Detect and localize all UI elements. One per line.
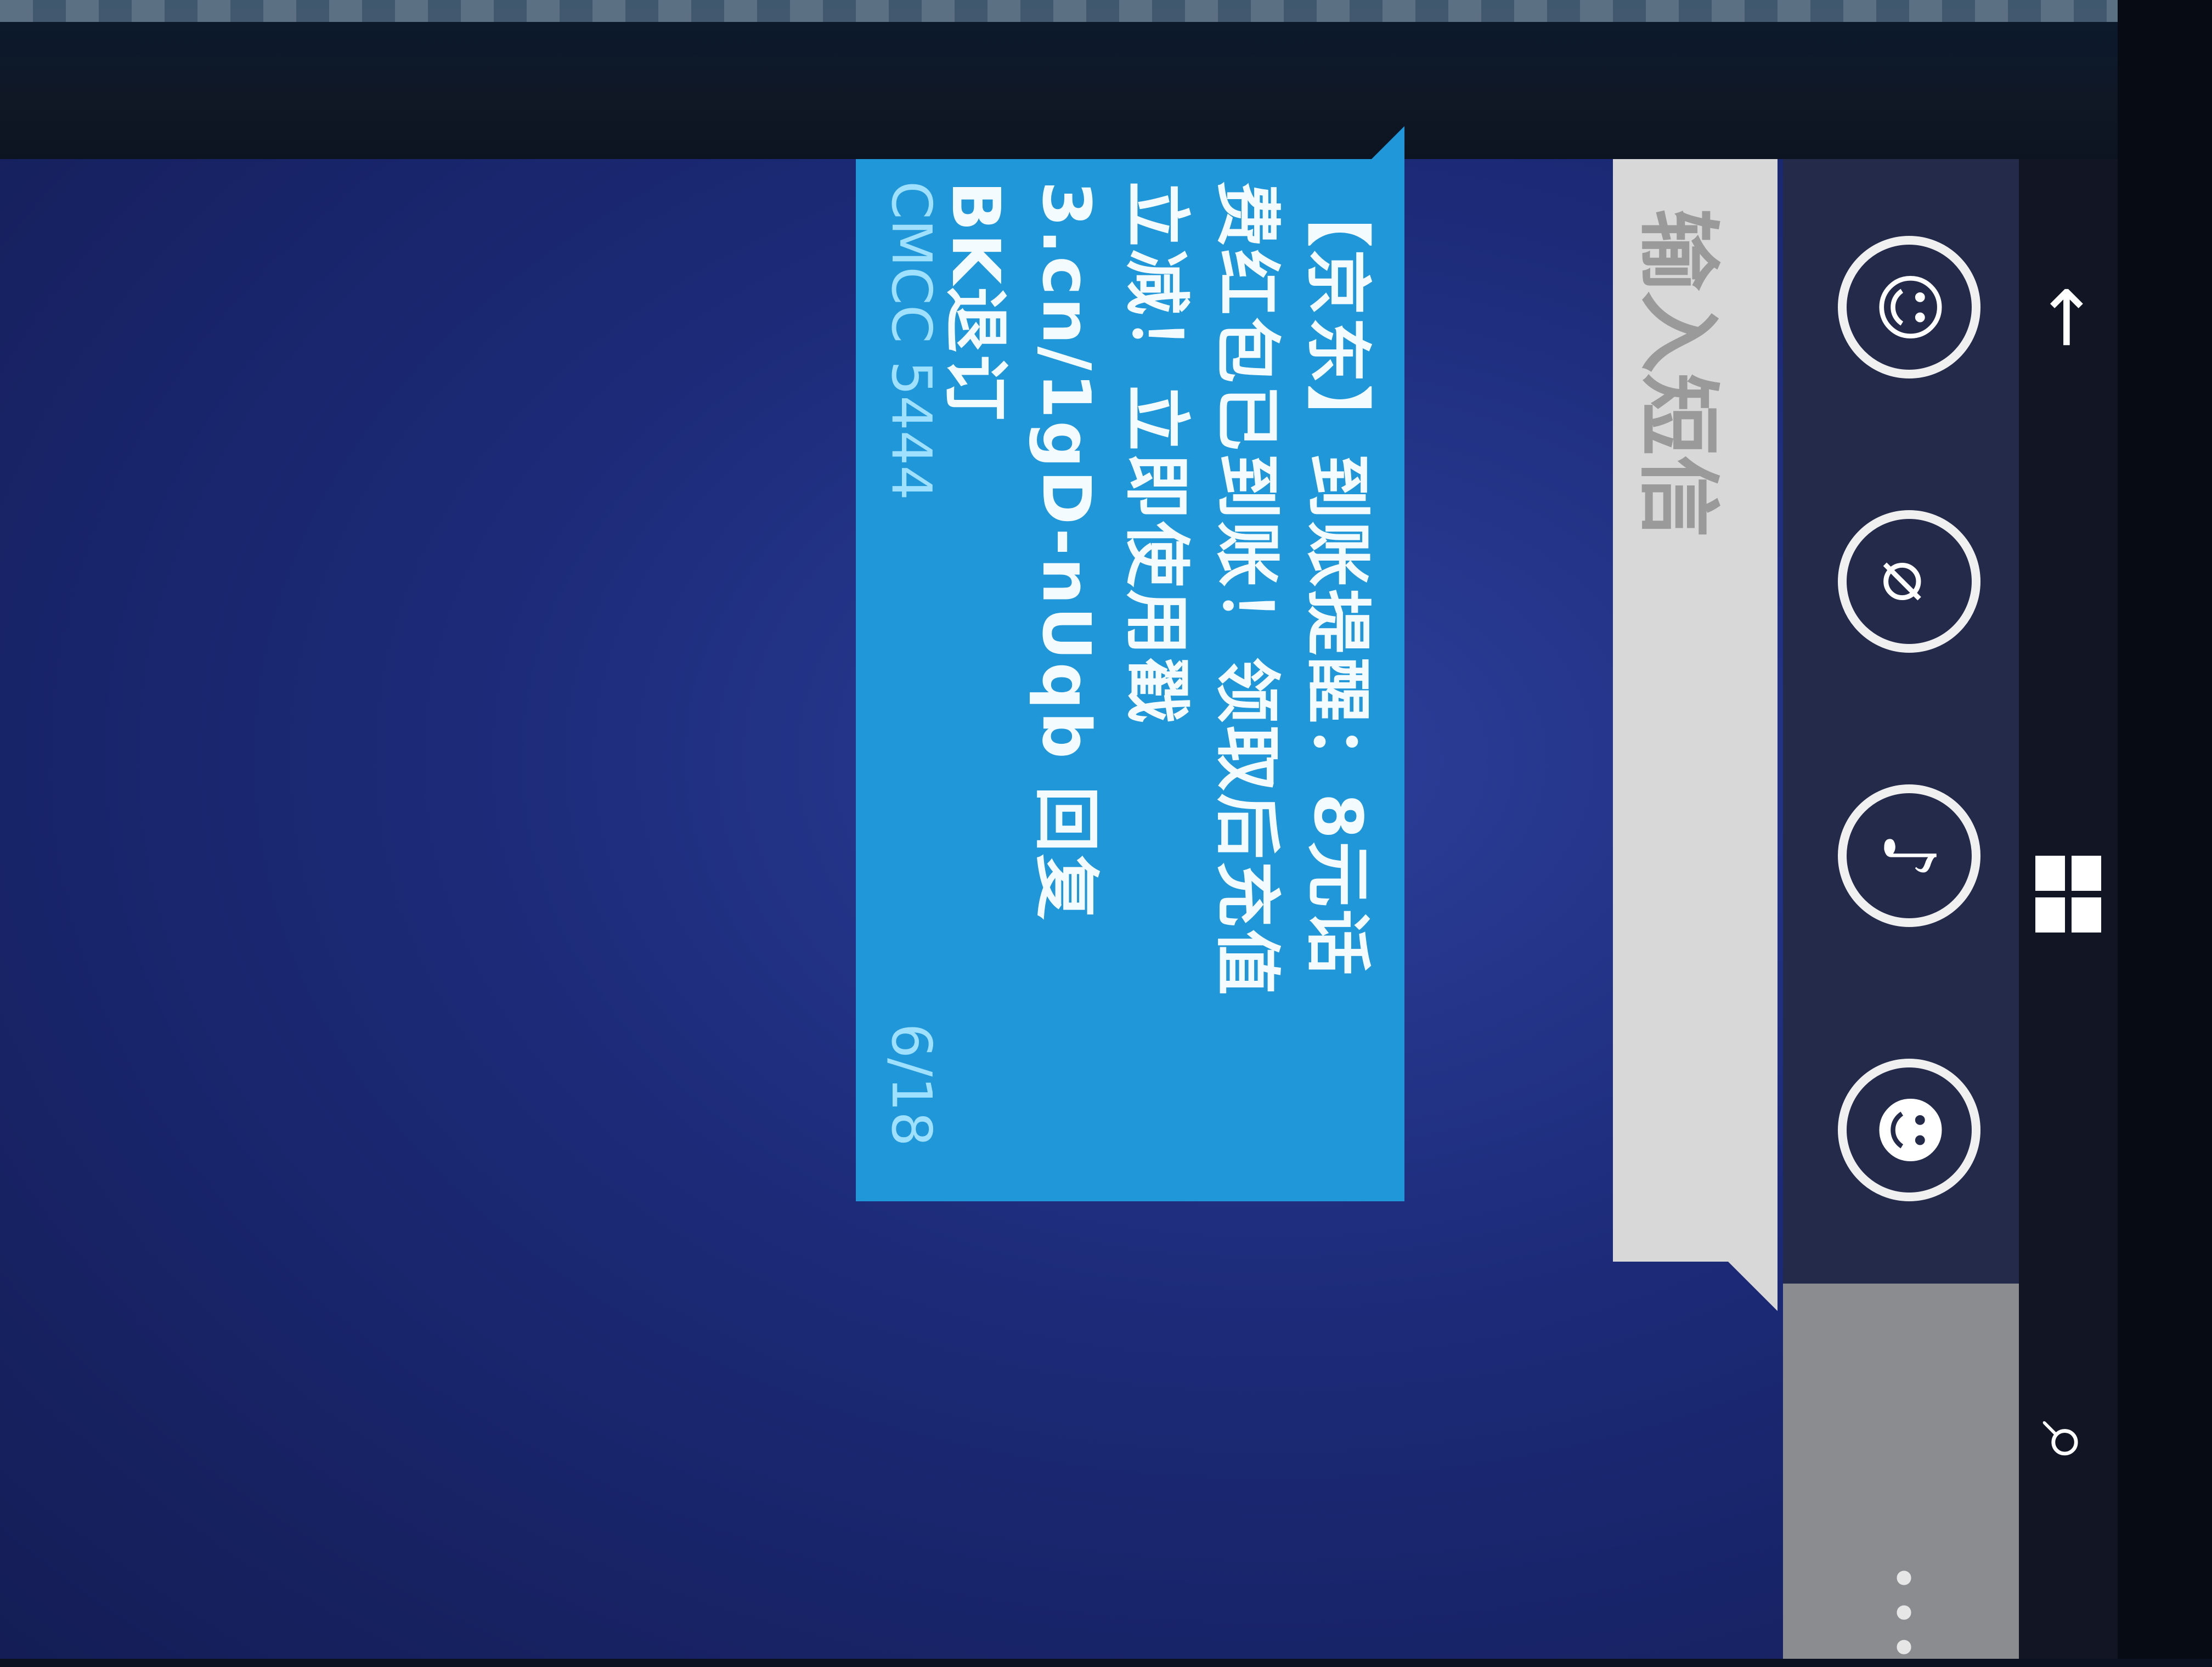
contact-button[interactable]: ☻ bbox=[1838, 1059, 1980, 1201]
contact-icon: ☻ bbox=[1867, 1093, 1951, 1167]
bubble-tail bbox=[1372, 126, 1404, 159]
background-surface bbox=[0, 0, 2212, 22]
system-nav-bar: ← ⌕ bbox=[2019, 159, 2118, 1659]
message-text: 【京东】到账提醒：8元话费红包已到账！领取后充值立减！立即使用戳 3.cn/1g… bbox=[937, 181, 1375, 997]
microphone-icon: ♪ bbox=[1867, 833, 1951, 879]
compose-input[interactable]: 输入短信 bbox=[1613, 159, 1778, 1262]
windows-start-icon[interactable] bbox=[2035, 856, 2101, 933]
device-bezel-top bbox=[0, 0, 2212, 165]
back-arrow-icon[interactable]: ← bbox=[2024, 285, 2113, 349]
message-meta: CMCC 5444 6/18 bbox=[879, 181, 944, 1168]
messaging-app: ← ⌕ ☺ ⌀ ♪ ☻ ••• 输入短信 【京东】到账提醒：8元话费红包已到账！… bbox=[856, 126, 2118, 1667]
compose-input-tail bbox=[1728, 1262, 1778, 1311]
more-options-button[interactable]: ••• bbox=[1874, 1563, 1931, 1667]
compose-placeholder: 输入短信 bbox=[1630, 208, 1725, 538]
voice-button[interactable]: ♪ bbox=[1838, 784, 1980, 927]
device-bezel-right bbox=[2118, 0, 2212, 1659]
emoji-button[interactable]: ☺ bbox=[1838, 236, 1980, 378]
search-icon[interactable]: ⌕ bbox=[2024, 1421, 2113, 1463]
emoji-icon: ☺ bbox=[1867, 270, 1951, 344]
message-counter: 6/18 bbox=[879, 1023, 944, 1146]
attach-button[interactable]: ⌀ bbox=[1838, 510, 1980, 653]
paperclip-icon: ⌀ bbox=[1867, 560, 1951, 603]
message-bubble[interactable]: 【京东】到账提醒：8元话费红包已到账！领取后充值立减！立即使用戳 3.cn/1g… bbox=[856, 126, 1404, 1201]
message-sender: CMCC 5444 bbox=[879, 181, 944, 501]
